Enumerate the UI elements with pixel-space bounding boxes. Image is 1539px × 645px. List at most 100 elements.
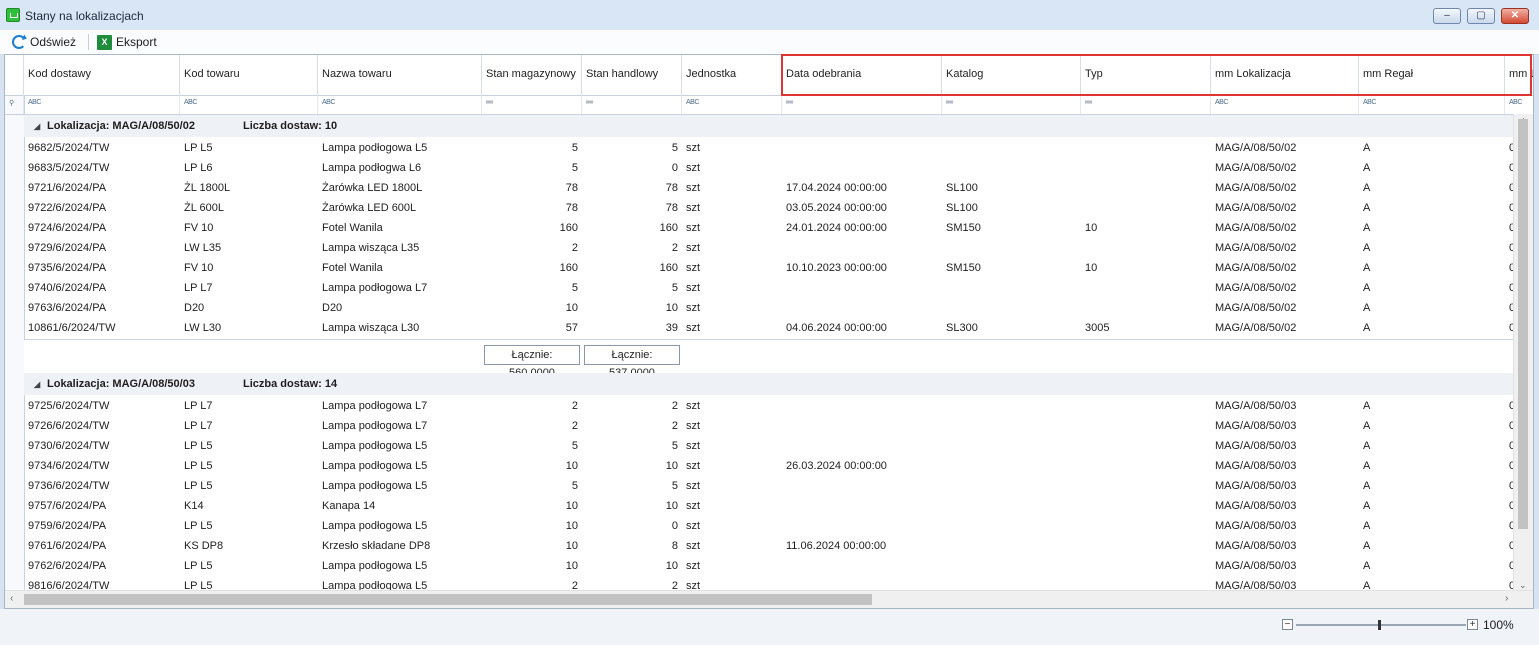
- filter-pin-icon[interactable]: ⚲: [5, 95, 24, 114]
- vertical-scroll-thumb[interactable]: [1518, 119, 1528, 529]
- cell-kod-towaru: LW L35: [184, 242, 222, 254]
- table-row[interactable]: 9762/6/2024/PA LP L5 Lampa podłogowa L5 10 1…: [24, 556, 1515, 576]
- cell-nazwa-towaru: Żarówka LED 1800L: [322, 182, 423, 194]
- horizontal-scrollbar[interactable]: ‹ ›: [5, 590, 1533, 608]
- scroll-right-icon[interactable]: ›: [1505, 593, 1508, 604]
- data-grid: Kod dostawy Kod towaru Nazwa towaru Stan ma…: [4, 54, 1534, 609]
- cell-mm-lokalizacja: MAG/A/08/50/03: [1215, 440, 1297, 452]
- filter-cell-kod-dostawy[interactable]: ABC: [24, 95, 180, 114]
- cell-kod-dostawy: 9761/6/2024/PA: [28, 540, 107, 552]
- expand-collapse-icon[interactable]: ◢: [34, 380, 40, 389]
- column-header-mm-lokalizacja[interactable]: mm Lokalizacja: [1211, 55, 1359, 95]
- table-row[interactable]: 9761/6/2024/PA KS DP8 Krzesło składane DP8…: [24, 536, 1515, 556]
- cell-data-odebrania: [782, 476, 942, 496]
- group-row[interactable]: ◢ Lokalizacja: MAG/A/08/50/03 Liczba dosta…: [24, 373, 1515, 395]
- row-indicator-column: [5, 55, 25, 593]
- cell-katalog: SL100: [946, 182, 978, 194]
- table-row[interactable]: 9730/6/2024/TW LP L5 Lampa podłogowa L5 5 5 s…: [24, 436, 1515, 456]
- table-row[interactable]: 9735/6/2024/PA FV 10 Fotel Wanila 160 160 szt…: [24, 258, 1515, 278]
- filter-cell-mm-regal[interactable]: ABC: [1359, 95, 1505, 114]
- cell-stan-magazynowy: 2: [571, 400, 578, 412]
- table-row[interactable]: 9725/6/2024/TW LP L7 Lampa podłogowa L7 2 2 s…: [24, 396, 1515, 416]
- horizontal-scroll-thumb[interactable]: [24, 594, 872, 605]
- cell-jednostka: szt: [686, 162, 701, 174]
- cell-katalog: SM150: [946, 222, 981, 234]
- close-button[interactable]: ✕: [1501, 8, 1529, 24]
- cell-data-odebrania: 11.06.2024 00:00:00: [786, 540, 887, 552]
- table-row[interactable]: 9740/6/2024/PA LP L7 Lampa podłogowa L7 5 5 s…: [24, 278, 1515, 298]
- column-header-stan-magazynowy[interactable]: Stan magazynowy: [482, 55, 582, 95]
- cell-stan-handlowy: 160: [659, 222, 678, 234]
- cell-stan-magazynowy: 10: [565, 560, 578, 572]
- expand-collapse-icon[interactable]: ◢: [34, 122, 40, 131]
- cell-mm-regal: A: [1363, 520, 1371, 532]
- filter-cell-stan-handlowy[interactable]: ═: [582, 95, 682, 114]
- scroll-left-icon[interactable]: ‹: [10, 593, 13, 604]
- filter-cell-jednostka[interactable]: ABC: [682, 95, 782, 114]
- cell-katalog: [942, 298, 1081, 318]
- column-header-kod-dostawy[interactable]: Kod dostawy: [24, 55, 180, 95]
- cell-data-odebrania: [782, 496, 942, 516]
- vertical-scrollbar[interactable]: ▲ ⌄: [1513, 114, 1533, 593]
- cell-kod-towaru: LP L5: [184, 480, 213, 492]
- zoom-slider-track[interactable]: [1296, 624, 1466, 626]
- column-header-mm-l[interactable]: mm L: [1505, 55, 1533, 95]
- cell-typ: [1081, 198, 1211, 218]
- cell-kod-dostawy: 9762/6/2024/PA: [28, 560, 107, 572]
- filter-cell-katalog[interactable]: ═: [942, 95, 1081, 114]
- filter-cell-nazwa-towaru[interactable]: ABC: [318, 95, 482, 114]
- cell-mm-regal: A: [1363, 440, 1371, 452]
- table-row[interactable]: 9736/6/2024/TW LP L5 Lampa podłogowa L5 5 5 s…: [24, 476, 1515, 496]
- table-row[interactable]: 9726/6/2024/TW LP L7 Lampa podłogowa L7 2 2 s…: [24, 416, 1515, 436]
- table-row[interactable]: 9734/6/2024/TW LP L5 Lampa podłogowa L5 10 1…: [24, 456, 1515, 476]
- cell-mm-lokalizacja: MAG/A/08/50/03: [1215, 400, 1297, 412]
- cell-mm-regal: A: [1363, 420, 1371, 432]
- cell-typ: 10: [1085, 222, 1098, 234]
- export-button[interactable]: X Eksport: [97, 33, 157, 51]
- table-row[interactable]: 9722/6/2024/PA ŻL 600L Żarówka LED 600L 78 7…: [24, 198, 1515, 218]
- cell-mm-regal: A: [1363, 302, 1371, 314]
- table-row[interactable]: 9759/6/2024/PA LP L5 Lampa podłogowa L5 10 0…: [24, 516, 1515, 536]
- table-row[interactable]: 9721/6/2024/PA ŻL 1800L Żarówka LED 1800L 7…: [24, 178, 1515, 198]
- grid-header: Kod dostawy Kod towaru Nazwa towaru Stan ma…: [5, 55, 1533, 96]
- table-row[interactable]: 9682/5/2024/TW LP L5 Lampa podłogowa L5 5 5 s…: [24, 138, 1515, 158]
- table-row[interactable]: 9683/5/2024/TW LP L6 Lampa podłogwa L6 5 0 sz…: [24, 158, 1515, 178]
- column-header-katalog[interactable]: Katalog: [942, 55, 1081, 95]
- column-header-typ[interactable]: Typ: [1081, 55, 1211, 95]
- filter-cell-data-odebrania[interactable]: ═: [782, 95, 942, 114]
- cell-kod-dostawy: 9763/6/2024/PA: [28, 302, 107, 314]
- cell-kod-dostawy: 9734/6/2024/TW: [28, 460, 110, 472]
- filter-cell-stan-magazynowy[interactable]: ═: [482, 95, 582, 114]
- cell-mm-regal: A: [1363, 282, 1371, 294]
- filter-cell-kod-towaru[interactable]: ABC: [180, 95, 318, 114]
- zoom-out-button[interactable]: −: [1282, 619, 1293, 630]
- maximize-button[interactable]: ▢: [1467, 8, 1495, 24]
- column-header-mm-regal[interactable]: mm Regał: [1359, 55, 1505, 95]
- cell-nazwa-towaru: D20: [322, 302, 343, 314]
- table-row[interactable]: 9724/6/2024/PA FV 10 Fotel Wanila 160 160 szt…: [24, 218, 1515, 238]
- column-header-kod-towaru[interactable]: Kod towaru: [180, 55, 318, 95]
- table-row[interactable]: 10861/6/2024/TW LW L30 Lampa wisząca L30 57…: [24, 318, 1515, 338]
- group-row[interactable]: ◢ Lokalizacja: MAG/A/08/50/02 Liczba dosta…: [24, 115, 1515, 137]
- table-row[interactable]: 9729/6/2024/PA LW L35 Lampa wisząca L35 2 2 s…: [24, 238, 1515, 258]
- zoom-in-button[interactable]: +: [1467, 619, 1478, 630]
- minimize-button[interactable]: –: [1433, 8, 1461, 24]
- cell-data-odebrania: [782, 298, 942, 318]
- zoom-slider-thumb[interactable]: [1378, 620, 1381, 630]
- column-header-data-odebrania[interactable]: Data odebrania: [782, 55, 942, 95]
- filter-cell-typ[interactable]: ═: [1081, 95, 1211, 114]
- filter-cell-mm-l[interactable]: ABC: [1505, 95, 1533, 114]
- column-header-jednostka[interactable]: Jednostka: [682, 55, 782, 95]
- table-row[interactable]: 9757/6/2024/PA K14 Kanapa 14 10 10 szt MAG/A/0…: [24, 496, 1515, 516]
- cell-kod-towaru: FV 10: [184, 222, 214, 234]
- filter-cell-mm-lokalizacja[interactable]: ABC: [1211, 95, 1359, 114]
- cell-mm-lokalizacja: MAG/A/08/50/03: [1215, 420, 1297, 432]
- refresh-button[interactable]: Odśwież: [12, 33, 76, 51]
- cell-data-odebrania: 24.01.2024 00:00:00: [786, 222, 887, 234]
- column-header-stan-handlowy[interactable]: Stan handlowy: [582, 55, 682, 95]
- filter-text-icon: ABC: [1215, 99, 1228, 106]
- table-row[interactable]: 9763/6/2024/PA D20 D20 10 10 szt MAG/A/08/50/0…: [24, 298, 1515, 318]
- column-header-nazwa-towaru[interactable]: Nazwa towaru: [318, 55, 482, 95]
- cell-katalog: [942, 396, 1081, 416]
- cell-typ: [1081, 436, 1211, 456]
